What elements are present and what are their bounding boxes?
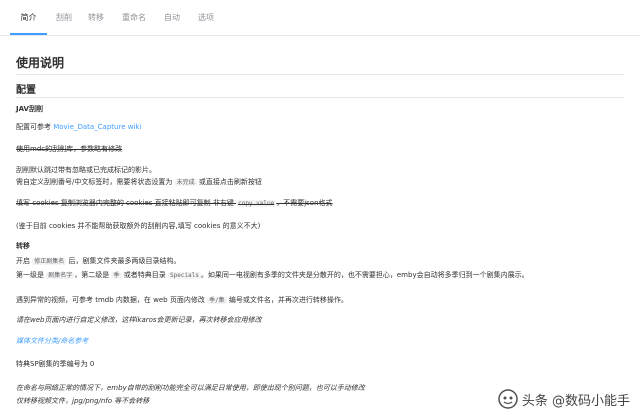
transfer-a1: 开启 xyxy=(16,257,30,265)
rename-note: 在命名与网络正常的情况下，emby自带的刮削功能完全可以满足日常使用，即使出现个… xyxy=(16,384,365,392)
tab-intro[interactable]: 简介 xyxy=(10,0,47,35)
transfer-video-only-note: 仅转移视频文件，jpg/png/nfo 等不会转移 xyxy=(16,397,150,405)
abnormal-a: 遇到异常的视频，可参考 tmdb 内数据，在 web 页面内修改 xyxy=(16,296,205,304)
code-specials: Specials xyxy=(167,272,201,279)
code-fix-series-name: 修正剧集名 xyxy=(32,258,67,265)
transfer-b3: 或者特典目录 xyxy=(123,271,166,279)
cookie-code-copy-value: copy value xyxy=(236,200,277,207)
status-code-unfinished: 未完成 xyxy=(174,179,197,186)
cookie-strike-a: 填写 cookies 复制浏览器内完整的 cookies 直接粘贴即可复制 非右… xyxy=(16,199,234,207)
strike-note-mdc: 使用mdc的刮削库，参数略有修改 xyxy=(16,145,123,153)
custom-note-a: 需自定义刮削番号/中文标签时，需要将状态设置为 xyxy=(16,178,173,186)
watermark-text: 头条 @数码小能手 xyxy=(521,393,630,409)
custom-note-b: 或直接点击刷新按钮 xyxy=(198,178,262,186)
active-tab-indicator xyxy=(10,33,47,35)
cookie-strike-b: ，不需要json格式 xyxy=(276,199,333,207)
title-divider xyxy=(16,74,624,75)
abnormal-b: 编号或文件名，并再次进行转移操作。 xyxy=(228,296,348,304)
mdc-wiki-link[interactable]: Movie_Data_Capture wiki xyxy=(53,123,141,131)
sp-season-note: 特典SP剧集的季编号为 0 xyxy=(16,360,95,368)
jav-heading: JAV刮削 xyxy=(16,105,43,113)
tab-options[interactable]: 选项 xyxy=(192,0,220,35)
code-series-name: 剧集名字 xyxy=(46,272,75,279)
abnormal-note: 遇到异常的视频，可参考 tmdb 内数据，在 web 页面内修改 季/集 编号或… xyxy=(16,295,348,306)
strike-note-cookies: 填写 cookies 复制浏览器内完整的 cookies 直接粘贴即可复制 非右… xyxy=(16,198,333,209)
transfer-b4: 。如果同一电视剧有多季的文件夹是分散开的，也不需要担心，emby会自动将多季归到… xyxy=(200,271,529,279)
transfer-b1: 第一级是 xyxy=(16,271,44,279)
jav-config-line: 配置可参考 Movie_Data_Capture wiki xyxy=(16,122,141,132)
section-heading-config: 配置 xyxy=(16,85,36,96)
cookie-note: (鉴于目前 cookies 并不能帮助获取额外的刮削内容,填写 cookies … xyxy=(16,222,261,230)
code-season-episode: 季/集 xyxy=(207,297,227,304)
media-naming-link[interactable]: 媒体文件分类/命名参考 xyxy=(16,336,88,346)
tab-scrape[interactable]: 刮削 xyxy=(50,0,78,35)
watermark: 头条 @数码小能手 xyxy=(498,388,630,410)
tab-bar: 简介 刮削 转移 重命名 自动 选项 xyxy=(0,0,640,36)
skip-note: 刮削默认跳过带有忽略或已完成标记的影片。 xyxy=(16,166,156,174)
page-title: 使用说明 xyxy=(16,56,65,70)
web-edit-note: 请在web页面内进行自定义修改，这样ikaros会更新记录，再次转移会应用修改 xyxy=(16,316,262,324)
transfer-a2: 后，剧集文件夹最多两级目录结构。 xyxy=(68,257,181,265)
tab-rename[interactable]: 重命名 xyxy=(116,0,152,35)
transfer-heading: 转移 xyxy=(16,242,30,250)
section-divider xyxy=(16,97,624,98)
tab-auto[interactable]: 自动 xyxy=(158,0,186,35)
transfer-line-1: 开启 修正剧集名 后，剧集文件夹最多两级目录结构。 xyxy=(16,256,180,267)
custom-note: 需自定义刮削番号/中文标签时，需要将状态设置为 未完成 或直接点击刷新按钮 xyxy=(16,177,262,188)
jav-config-prefix: 配置可参考 xyxy=(16,123,54,131)
transfer-line-2: 第一级是 剧集名字 ，第二级是 季 或者特典目录 Specials 。如果同一电视剧… xyxy=(16,270,529,281)
tab-transfer[interactable]: 转移 xyxy=(82,0,110,35)
code-season: 季 xyxy=(111,272,122,279)
transfer-b2: ，第二级是 xyxy=(74,271,110,279)
toutiao-logo-icon xyxy=(498,389,518,409)
